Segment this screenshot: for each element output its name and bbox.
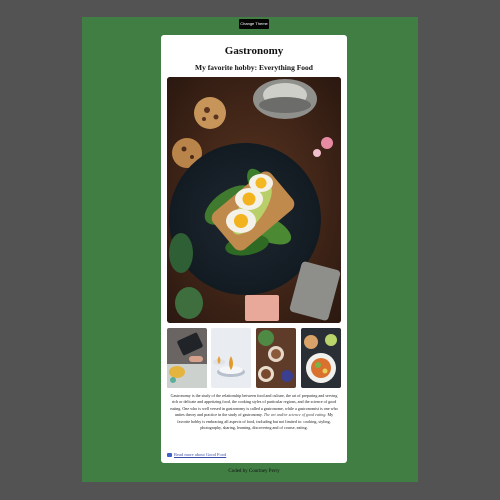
thumbnail-eating-art: [301, 328, 341, 388]
thumbnail-photography[interactable]: [256, 328, 296, 388]
read-more-link[interactable]: Read more about Good Food: [167, 452, 226, 457]
footer-credit: Coded by Courtney Perry: [228, 469, 280, 474]
thumbnail-cooking[interactable]: [167, 328, 207, 388]
read-more-label: Read more about Good Food: [174, 452, 227, 457]
thumbnail-row: [167, 328, 341, 388]
thumbnail-styling-art: [211, 328, 251, 388]
content-card: Gastronomy My favorite hobby: Everything…: [161, 35, 347, 463]
page-subtitle: My favorite hobby: Everything Food: [195, 63, 313, 72]
book-icon: [167, 452, 172, 457]
thumbnail-photography-art: [256, 328, 296, 388]
hero-image-art: [167, 77, 341, 323]
hero-image: [167, 77, 341, 323]
thumbnail-styling[interactable]: [211, 328, 251, 388]
thumbnail-cooking-art: [167, 328, 207, 388]
thumbnail-eating[interactable]: [301, 328, 341, 388]
page-title: Gastronomy: [224, 45, 284, 57]
description-paragraph: Gastronomy is the study of the relations…: [169, 393, 339, 431]
change-theme-button[interactable]: Change Theme: [239, 19, 269, 29]
description-italic: The art and/or science of good eating.: [263, 412, 327, 418]
